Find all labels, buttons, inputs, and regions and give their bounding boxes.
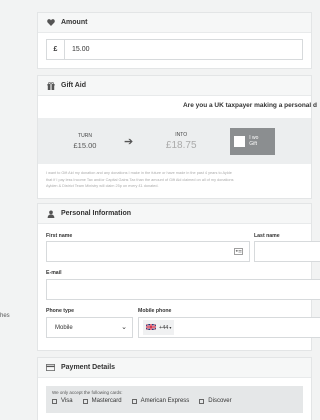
accepted-cards-text: We only accept the following cards: <box>52 390 123 395</box>
uk-flag-icon <box>145 322 157 332</box>
gift-aid-question: Are you a UK taxpayer making a personal … <box>182 102 317 109</box>
arrow-right-icon: ➔ <box>124 135 134 148</box>
gift-icon <box>46 81 55 90</box>
into-label: INTO <box>175 131 188 138</box>
currency-symbol: £ <box>47 40 65 59</box>
email-label: E-mail <box>46 270 62 276</box>
card-amex: American Express <box>131 398 190 404</box>
gift-aid-header: Gift Aid <box>38 76 311 96</box>
amount-heading: Amount <box>61 19 88 26</box>
gift-aid-checkbox[interactable] <box>234 135 246 147</box>
gift-aid-declaration: I want to Gift Aid my donation and any d… <box>38 164 311 197</box>
card-icon <box>82 398 88 404</box>
gift-aid-toggle-button[interactable]: I wo Gift <box>230 127 276 155</box>
gift-aid-heading: Gift Aid <box>61 82 87 89</box>
heart-icon <box>46 18 55 27</box>
country-code: +44 <box>159 324 169 331</box>
card-discover: Discover <box>199 398 232 404</box>
turn-value: £15.00 <box>73 140 97 150</box>
credit-card-icon <box>46 363 55 372</box>
side-text-fragment: hes <box>0 313 10 319</box>
turn-block: TURN £15.00 <box>68 133 102 150</box>
card-label: American Express <box>140 398 190 404</box>
card-label: Discover <box>208 398 232 404</box>
gift-aid-card: Gift Aid Are you a UK taxpayer making a … <box>37 75 317 199</box>
card-mastercard: Mastercard <box>82 398 122 404</box>
turn-label: TURN <box>78 132 92 139</box>
payment-header: Payment Details <box>38 358 311 378</box>
personal-info-card: Personal Information First name Last nam… <box>37 203 320 351</box>
amount-card: Amount £ 15.00 <box>37 12 312 69</box>
card-label: Mastercard <box>91 398 122 404</box>
personal-info-header: Personal Information <box>38 204 311 224</box>
phone-type-select[interactable]: Mobile ⌄ <box>46 317 133 338</box>
into-value: £18.75 <box>165 139 197 151</box>
amount-header: Amount <box>38 13 311 33</box>
first-name-label: First name <box>46 233 73 239</box>
card-list: Visa Mastercard American Express Discove… <box>52 398 297 404</box>
card-visa: Visa <box>52 398 73 404</box>
last-name-field[interactable] <box>254 241 320 262</box>
country-code-selector[interactable]: +44 ▾ <box>143 320 175 335</box>
card-icon <box>131 398 137 404</box>
into-block: INTO £18.75 <box>160 132 202 151</box>
personal-info-heading: Personal Information <box>61 210 132 217</box>
accepted-cards-box: We only accept the following cards: Visa… <box>46 386 303 413</box>
payment-heading: Payment Details <box>61 364 116 371</box>
user-icon <box>46 209 55 218</box>
card-icon <box>199 398 205 404</box>
last-name-label: Last name <box>254 233 280 239</box>
gift-aid-button-line2: Gift <box>249 141 257 147</box>
mobile-phone-field[interactable]: +44 ▾ <box>138 317 320 338</box>
amount-input-group[interactable]: £ 15.00 <box>46 39 303 60</box>
chevron-down-icon: ⌄ <box>121 324 127 331</box>
declaration-line: Aylden & District Team Ministry will cla… <box>46 184 159 188</box>
card-label: Visa <box>61 398 73 404</box>
caret-down-icon: ▾ <box>169 325 172 330</box>
contact-card-icon <box>234 248 243 257</box>
amount-input[interactable]: 15.00 <box>65 46 90 53</box>
phone-type-label: Phone type <box>46 308 74 314</box>
email-field[interactable] <box>46 279 320 300</box>
first-name-field[interactable] <box>46 241 250 262</box>
payment-card: Payment Details We only accept the follo… <box>37 357 312 420</box>
phone-type-value: Mobile <box>55 324 73 331</box>
gift-aid-panel: TURN £15.00 ➔ INTO £18.75 I wo Gift <box>38 118 311 164</box>
card-icon <box>52 398 57 404</box>
mobile-phone-label: Mobile phone <box>138 308 172 314</box>
